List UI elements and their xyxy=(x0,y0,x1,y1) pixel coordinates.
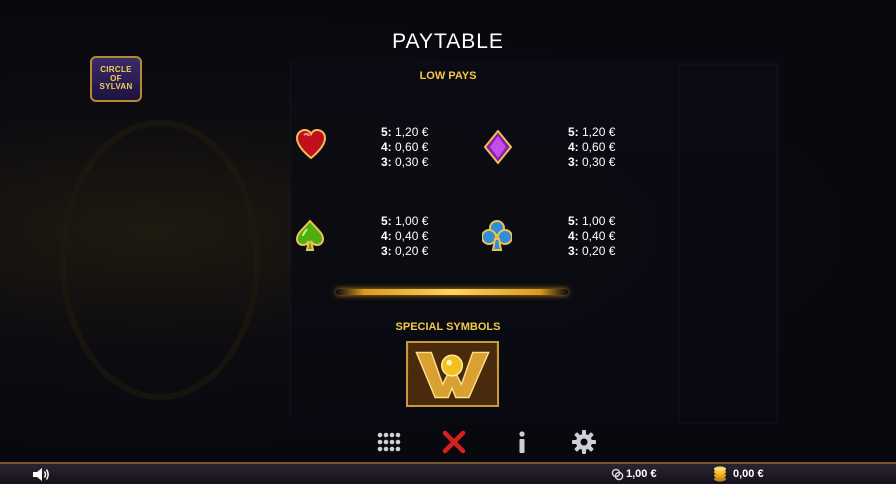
bet-value[interactable]: 1,00 € xyxy=(626,468,657,480)
club-pay-5: 5: 1,00 € xyxy=(568,214,616,228)
bet-chip-icon xyxy=(611,468,624,481)
spade-pay-4: 4: 0,40 € xyxy=(381,229,429,243)
speaker-icon[interactable] xyxy=(32,467,50,482)
gear-icon[interactable] xyxy=(570,428,598,456)
page-title: PAYTABLE xyxy=(392,30,504,53)
info-icon[interactable] xyxy=(508,428,536,456)
background-wheel xyxy=(60,120,260,400)
status-bar: 1,00 € 0,00 € xyxy=(0,462,896,484)
grid-menu-icon[interactable] xyxy=(374,428,402,456)
balance-value: 0,00 € xyxy=(733,468,764,480)
club-pay-4: 4: 0,40 € xyxy=(568,229,616,243)
club-pays: 5: 1,00 € 4: 0,40 € 3: 0,20 € xyxy=(568,214,615,259)
heart-pay-3: 3: 0,30 € xyxy=(381,155,429,169)
wild-symbol-icon xyxy=(406,341,499,407)
spade-symbol-icon xyxy=(295,219,325,251)
special-symbols-heading: SPECIAL SYMBOLS xyxy=(395,321,501,333)
diamond-pays: 5: 1,20 € 4: 0,60 € 3: 0,30 € xyxy=(568,125,615,170)
heart-symbol-icon xyxy=(296,128,326,160)
club-symbol-icon xyxy=(482,220,512,251)
low-pays-heading: LOW PAYS xyxy=(419,70,477,82)
heart-pay-4: 4: 0,60 € xyxy=(381,140,429,154)
coins-icon xyxy=(714,466,726,482)
close-icon[interactable] xyxy=(440,428,468,456)
section-divider xyxy=(336,289,568,295)
background-column xyxy=(678,64,778,424)
diamond-pay-3: 3: 0,30 € xyxy=(568,155,616,169)
diamond-pay-4: 4: 0,60 € xyxy=(568,140,616,154)
spade-pays: 5: 1,00 € 4: 0,40 € 3: 0,20 € xyxy=(381,214,428,259)
club-pay-3: 3: 0,20 € xyxy=(568,244,616,258)
heart-pays: 5: 1,20 € 4: 0,60 € 3: 0,30 € xyxy=(381,125,428,170)
diamond-pay-5: 5: 1,20 € xyxy=(568,125,616,139)
heart-pay-5: 5: 1,20 € xyxy=(381,125,429,139)
spade-pay-5: 5: 1,00 € xyxy=(381,214,429,228)
spade-pay-3: 3: 0,20 € xyxy=(381,244,429,258)
diamond-symbol-icon xyxy=(483,130,513,164)
logo-line-3: SYLVAN xyxy=(99,82,133,92)
